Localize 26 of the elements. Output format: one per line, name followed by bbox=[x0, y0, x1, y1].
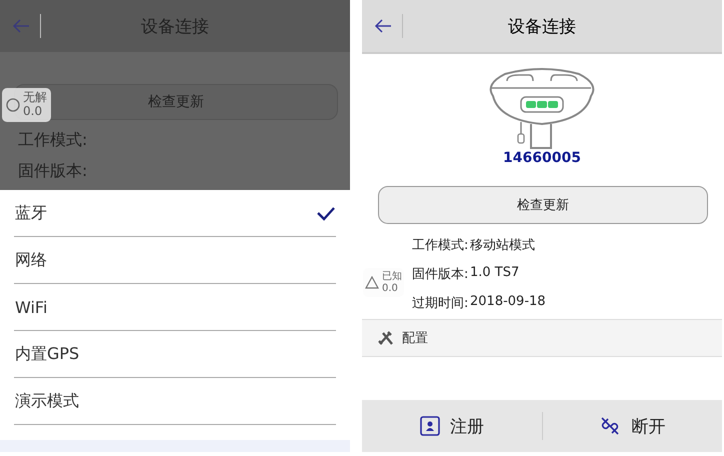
field-label: 固件版本: bbox=[18, 161, 88, 180]
option-item[interactable]: 蓝牙 bbox=[14, 190, 336, 237]
section-title: 配置 bbox=[402, 330, 428, 347]
broken-link-icon bbox=[599, 415, 622, 437]
field-label: 固件版本: bbox=[412, 266, 470, 283]
circle-icon bbox=[6, 98, 20, 112]
field-label: 工作模式: bbox=[18, 130, 88, 149]
field-value: 移动站模式 bbox=[470, 237, 535, 254]
option-item[interactable]: 内置GPS bbox=[14, 331, 336, 378]
field-label: 工作模式: bbox=[412, 237, 470, 254]
back-icon[interactable] bbox=[374, 19, 392, 33]
option-item[interactable]: WiFi bbox=[14, 284, 336, 331]
check-update-button[interactable]: 检查更新 bbox=[378, 186, 708, 224]
field-value: 1.0 TS7 bbox=[470, 265, 520, 282]
field-value: 2018-09-18 bbox=[470, 294, 546, 311]
option-item[interactable]: 演示模式 bbox=[14, 378, 336, 425]
tools-icon bbox=[378, 331, 394, 345]
option-item[interactable]: 网络 bbox=[14, 237, 336, 284]
register-button[interactable]: 注册 bbox=[362, 400, 542, 452]
disconnect-button[interactable]: 断开 bbox=[542, 400, 722, 452]
status-badge: 无解 0.0 bbox=[2, 88, 51, 122]
screen-title: 设备连接 bbox=[508, 16, 576, 36]
person-card-icon bbox=[420, 416, 440, 436]
triangle-icon bbox=[365, 276, 379, 289]
field-label: 过期时间: bbox=[412, 295, 470, 312]
serial-number: 14660005 bbox=[503, 150, 581, 166]
